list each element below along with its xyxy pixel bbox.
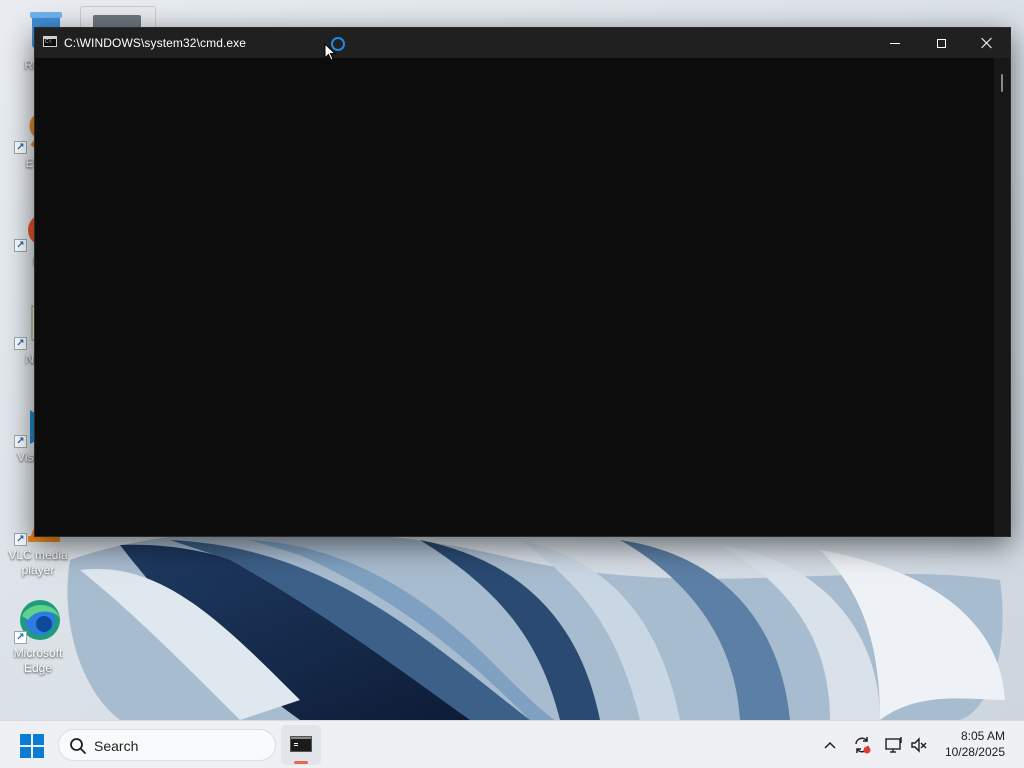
show-hidden-icons-button[interactable] — [818, 733, 842, 757]
vertical-scrollbar[interactable] — [994, 58, 1010, 536]
shortcut-arrow-icon: ↗ — [14, 631, 27, 644]
cmd-app-icon[interactable] — [43, 36, 57, 47]
taskbar-app-command-prompt[interactable] — [281, 725, 321, 765]
command-prompt-icon — [290, 736, 312, 752]
sync-icon — [855, 737, 871, 754]
shortcut-arrow-icon: ↗ — [14, 533, 27, 546]
close-icon — [981, 37, 993, 49]
shortcut-arrow-icon: ↗ — [14, 141, 27, 154]
search-icon — [70, 738, 86, 754]
title-bar[interactable]: C:\WINDOWS\system32\cmd.exe — [35, 28, 1010, 58]
clock-time: 8:05 AM — [960, 729, 1005, 743]
volume-button[interactable] — [907, 733, 931, 757]
start-button[interactable] — [20, 734, 44, 758]
shortcut-arrow-icon: ↗ — [14, 239, 27, 252]
maximize-button[interactable] — [918, 28, 964, 58]
window-title: C:\WINDOWS\system32\cmd.exe — [64, 36, 247, 50]
desktop-icon-microsoft-edge[interactable]: ↗ Microsoft Edge — [0, 596, 76, 676]
chevron-up-icon — [824, 741, 836, 749]
volume-muted-icon — [911, 737, 927, 753]
console-area[interactable] — [35, 58, 994, 536]
maximize-icon — [936, 38, 946, 48]
shortcut-arrow-icon: ↗ — [14, 435, 27, 448]
desktop-icon-label: VLC media player — [8, 548, 68, 577]
search-placeholder: Search — [94, 738, 139, 754]
windows-logo-icon — [20, 734, 31, 745]
clock-date: 10/28/2025 — [944, 745, 1005, 759]
taskbar-search-box[interactable]: Search — [58, 729, 276, 761]
taskbar-clock[interactable]: 8:05 AM 10/28/2025 — [945, 728, 1005, 760]
minimize-button[interactable] — [872, 28, 918, 58]
busy-spinner-icon — [331, 37, 345, 51]
cmd-window[interactable]: C:\WINDOWS\system32\cmd.exe — [34, 27, 1011, 537]
network-icon — [885, 737, 902, 753]
network-button[interactable] — [882, 733, 906, 757]
minimize-icon — [890, 42, 900, 44]
shortcut-arrow-icon: ↗ — [14, 337, 27, 350]
microsoft-edge-icon: ↗ — [14, 596, 62, 644]
desktop-icon-label: Microsoft Edge — [13, 646, 63, 675]
taskbar: Search 8:05 AM 10/28/2025 — [0, 720, 1024, 768]
close-button[interactable] — [964, 28, 1010, 58]
scrollbar-thumb[interactable] — [1001, 74, 1003, 92]
active-app-indicator — [294, 761, 308, 764]
sync-status-button[interactable] — [850, 733, 874, 757]
